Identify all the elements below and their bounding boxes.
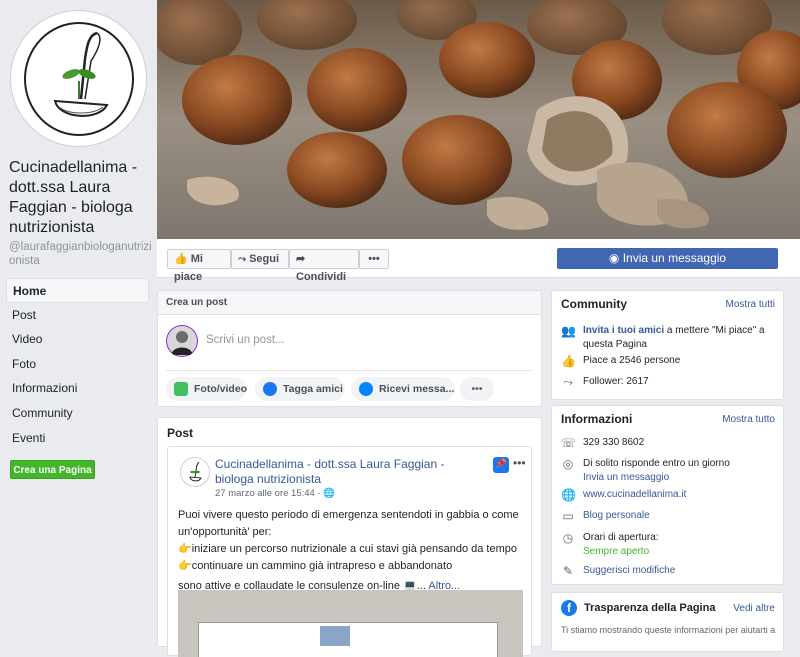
post-image[interactable]	[178, 590, 523, 657]
facebook-logo-icon: f	[561, 600, 577, 616]
more-post-options-button[interactable]: •••	[460, 377, 494, 401]
photo-video-button[interactable]: Foto/video	[166, 377, 248, 401]
post-image-label	[320, 626, 350, 646]
transparency-see-more-link[interactable]: Vedi altre	[733, 603, 775, 614]
hours-label: Orari di apertura:	[583, 532, 659, 543]
post-more-button[interactable]: •••	[513, 456, 526, 470]
tag-friends-button[interactable]: Tagga amici	[255, 377, 345, 401]
share-button[interactable]: ➦ Condividi	[289, 249, 359, 283]
likes-count: Piace a 2546 persone	[583, 355, 681, 366]
page-profile-picture[interactable]	[10, 10, 147, 147]
thumbs-up-icon: 👍	[561, 354, 576, 368]
suggest-edits-link[interactable]: Suggerisci modifiche	[583, 564, 773, 578]
messenger-icon: ◎	[562, 457, 574, 471]
post-text-line: Puoi vivere questo periodo di emergenza …	[178, 509, 519, 538]
person-avatar-icon	[167, 326, 197, 356]
website-link[interactable]: www.cucinadellanima.it	[583, 488, 773, 502]
nav-item-foto[interactable]: Foto	[6, 352, 149, 377]
pin-icon[interactable]: 📌	[493, 457, 509, 473]
receive-messages-label: Ricevi messa...	[379, 383, 455, 395]
phone-number[interactable]: 329 330 8602	[583, 436, 773, 450]
post-text-line: 👉continuare un cammino già intrapreso e …	[178, 560, 453, 572]
invite-friends-text: Invita i tuoi amici a mettere "Mi piace"…	[583, 324, 773, 352]
left-sidebar: Cucinadellanima - dott.ssa Laura Faggian…	[0, 0, 157, 639]
nav-item-eventi[interactable]: Eventi	[6, 426, 149, 451]
response-time: Di solito risponde entro un giorno	[583, 458, 730, 469]
people-icon: 👥	[561, 324, 576, 338]
page-username[interactable]: @laurafaggianbiologanutrizionista	[9, 240, 155, 268]
ladle-logo-icon	[24, 22, 134, 136]
divider	[166, 370, 533, 371]
hours-status: Sempre aperto	[583, 546, 650, 557]
post-author-avatar[interactable]	[180, 457, 210, 487]
transparency-title: Trasparenza della Pagina	[584, 602, 716, 614]
ladle-logo-icon	[189, 461, 202, 482]
nav-item-home[interactable]: Home	[6, 278, 149, 303]
user-avatar	[166, 325, 198, 357]
tag-person-icon	[263, 382, 277, 396]
photo-icon	[174, 382, 188, 396]
pencil-icon: ✎	[562, 564, 574, 578]
nav-item-informazioni[interactable]: Informazioni	[6, 376, 149, 401]
more-options-button[interactable]: •••	[359, 249, 389, 269]
hazelnuts-cover-image	[157, 0, 800, 239]
post-body: Puoi vivere questo periodo di emergenza …	[178, 507, 523, 595]
clock-icon: ◷	[562, 531, 574, 545]
photo-video-label: Foto/video	[194, 383, 248, 395]
phone-icon: ☏	[561, 436, 577, 450]
create-post-header: Crea un post	[158, 291, 541, 315]
community-title: Community	[561, 297, 627, 311]
nav-item-video[interactable]: Video	[6, 327, 149, 352]
hours-text: Orari di apertura: Sempre aperto	[583, 531, 773, 559]
community-see-all-link[interactable]: Mostra tutti	[726, 299, 775, 310]
post-author-name[interactable]: Cucinadellanima - dott.ssa Laura Faggian…	[215, 457, 475, 487]
transparency-text: Ti stiamo mostrando queste informazioni …	[561, 625, 776, 635]
post-item: Cucinadellanima - dott.ssa Laura Faggian…	[167, 446, 532, 657]
info-title: Informazioni	[561, 412, 633, 426]
post-text-line: 👉iniziare un percorso nutrizionale a cui…	[178, 543, 518, 555]
cover-photo[interactable]	[157, 0, 800, 239]
community-card: Community Mostra tutti 👥 Invita i tuoi a…	[551, 290, 784, 400]
follower-icon: ⤳	[563, 375, 573, 389]
rss-icon: ⤳	[238, 254, 246, 265]
posts-section: Post Cucinadellanima - dott.ssa Laura Fa…	[157, 417, 542, 657]
page-transparency-card: f Trasparenza della Pagina Vedi altre Ti…	[551, 592, 784, 652]
page-nav: Home Post Video Foto Informazioni Commun…	[6, 278, 149, 450]
blog-link[interactable]: Blog personale	[583, 509, 773, 523]
thumbs-up-icon: 👍	[174, 253, 188, 265]
messenger-icon: ◉	[608, 251, 620, 265]
invite-friends-link[interactable]: Invita i tuoi amici	[583, 325, 664, 336]
nav-item-community[interactable]: Community	[6, 401, 149, 426]
write-post-input[interactable]: Scrivi un post...	[206, 334, 285, 346]
info-card: Informazioni Mostra tutto ☏ 329 330 8602…	[551, 405, 784, 585]
like-page-button[interactable]: 👍 Mi piace	[167, 249, 231, 283]
follow-label: Segui	[249, 253, 280, 265]
send-message-label: Invia un messaggio	[622, 251, 727, 265]
tag-friends-label: Tagga amici	[283, 383, 343, 395]
blog-icon: ▭	[562, 509, 574, 523]
posts-section-title: Post	[167, 426, 194, 440]
post-date: 27 marzo alle ore 15:44 ·	[215, 488, 324, 499]
create-page-button[interactable]: Crea una Pagina	[10, 460, 95, 479]
share-arrow-icon: ➦	[296, 253, 306, 265]
nav-item-post[interactable]: Post	[6, 303, 149, 328]
follow-button[interactable]: ⤳ Segui	[231, 249, 289, 269]
messenger-icon	[359, 382, 373, 396]
page-action-bar: 👍 Mi piace ⤳ Segui ➦ Condividi ••• ◉ Inv…	[157, 239, 800, 283]
followers-count: Follower: 2617	[583, 376, 649, 387]
receive-messages-button[interactable]: Ricevi messa...	[351, 377, 455, 401]
response-text: Di solito risponde entro un giorno Invia…	[583, 457, 773, 485]
share-label: Condividi	[296, 271, 347, 283]
send-message-button[interactable]: ◉ Invia un messaggio	[557, 248, 778, 269]
send-message-link[interactable]: Invia un messaggio	[583, 472, 669, 483]
post-timestamp[interactable]: 27 marzo alle ore 15:44 · 🌐	[215, 488, 335, 499]
info-see-all-link[interactable]: Mostra tutto	[722, 414, 775, 425]
globe-icon: 🌐	[561, 488, 576, 502]
page-title[interactable]: Cucinadellanima - dott.ssa Laura Faggian…	[9, 158, 155, 238]
create-post-card: Crea un post Scrivi un post... Foto/vide…	[157, 290, 542, 407]
globe-icon: 🌐	[323, 488, 336, 499]
